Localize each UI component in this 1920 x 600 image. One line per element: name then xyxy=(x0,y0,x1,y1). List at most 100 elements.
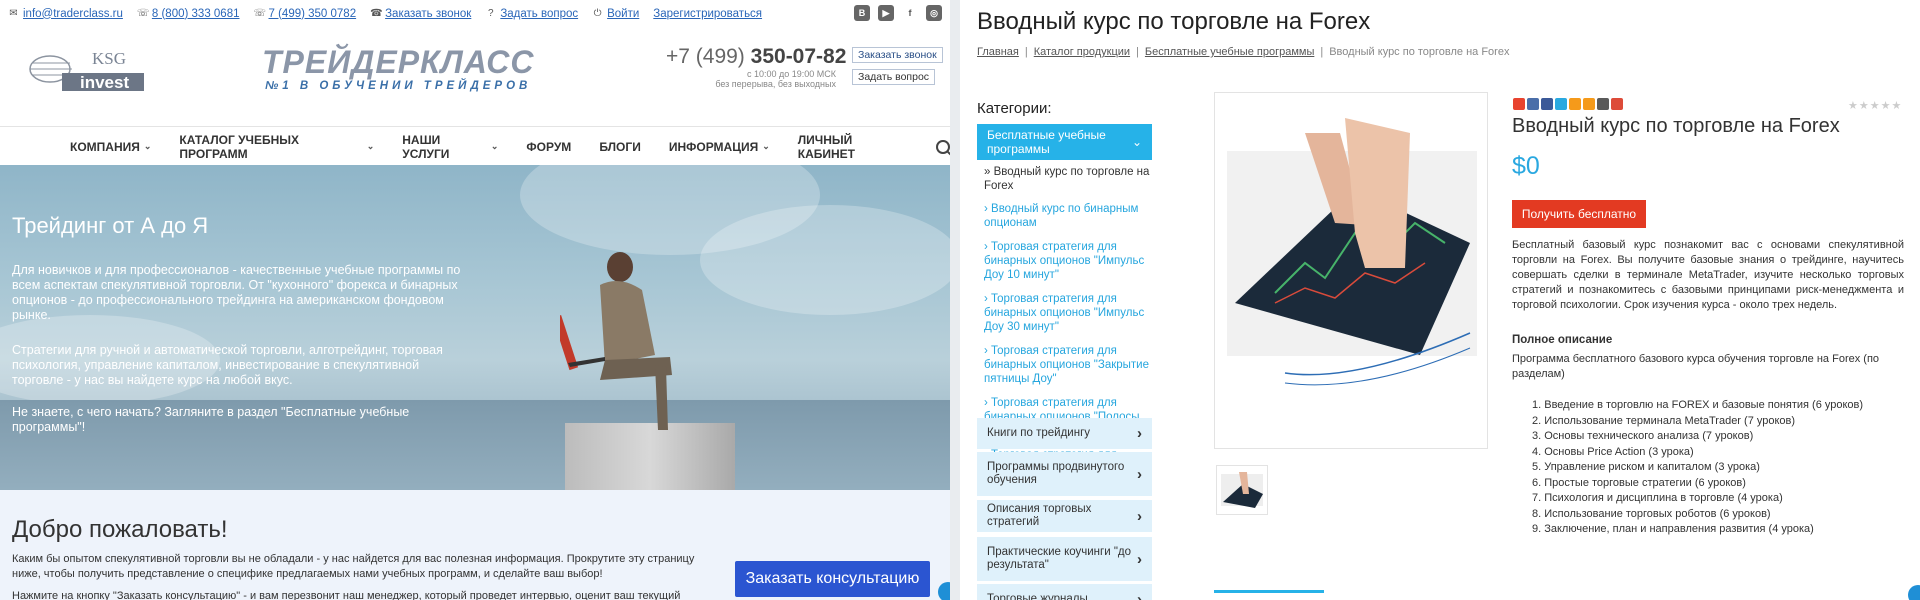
chevron-right-icon: › xyxy=(1137,507,1142,525)
category-item[interactable]: Торговые журналы › xyxy=(977,584,1152,600)
brand-tagline: №1 В ОБУЧЕНИИ ТРЕЙДЕРОВ xyxy=(265,80,532,92)
share-buttons xyxy=(1513,98,1623,110)
chevron-right-icon: › xyxy=(1137,590,1142,600)
brand-logo[interactable]: ТРЕЙДЕРКЛАСС №1 В ОБУЧЕНИИ ТРЕЙДЕРОВ xyxy=(262,45,534,92)
header-ask-button[interactable]: Задать вопрос xyxy=(852,69,936,85)
nav-item-label: КОМПАНИЯ xyxy=(70,139,140,154)
phone-icon: ☏ xyxy=(253,8,267,19)
subcategory-item[interactable]: › Торговая стратегия для бинарных опцион… xyxy=(984,344,1154,386)
nav-item-label: ЛИЧНЫЙ КАБИНЕТ xyxy=(797,132,856,161)
hero-text-1: Для новичков и для профессионалов - каче… xyxy=(12,263,461,322)
course-section-item: 5. Управление риском и капиталом (3 урок… xyxy=(1532,461,1760,473)
instagram-icon[interactable]: ◎ xyxy=(926,5,942,21)
share-icon[interactable] xyxy=(1541,98,1553,110)
product-panel: Вводный курс по торговле на Forex Главна… xyxy=(960,0,1920,600)
breadcrumb-catalog[interactable]: Каталог продукции xyxy=(1034,46,1130,58)
hero-text-2: Стратегии для ручной и автоматической то… xyxy=(12,343,443,387)
share-icon[interactable] xyxy=(1597,98,1609,110)
breadcrumb-home[interactable]: Главная xyxy=(977,46,1019,58)
chevron-right-icon: › xyxy=(1137,550,1142,568)
chevron-down-icon: ⌄ xyxy=(1131,135,1142,149)
nav-item-label: КАТАЛОГ УЧЕБНЫХ ПРОГРАММ xyxy=(179,132,300,161)
order-consultation-button[interactable]: Заказать консультацию xyxy=(735,561,930,597)
subcategory-current[interactable]: » Вводный курс по торговле на Forex xyxy=(984,165,1154,193)
subcategory-item[interactable]: › Торговая стратегия для бинарных опцион… xyxy=(984,292,1154,334)
share-icon[interactable] xyxy=(1513,98,1525,110)
welcome-text-2: Нажмите на кнопку "Заказать консультацию… xyxy=(12,590,681,600)
social-links: В ▶ f ◎ xyxy=(854,5,942,21)
share-icon[interactable] xyxy=(1611,98,1623,110)
tab-indicator[interactable] xyxy=(1214,590,1324,593)
rating-stars[interactable]: ★★★★★ xyxy=(1848,99,1902,112)
hero-text-3: Не знаете, с чего начать? Загляните в ра… xyxy=(12,405,410,434)
category-label: Торговые журналы xyxy=(987,592,1088,600)
panel-divider xyxy=(950,0,960,600)
nav-item[interactable]: КОМПАНИЯ ⌄ xyxy=(70,140,151,154)
category-label: Программы продвинутого обучения xyxy=(987,461,1125,486)
hero-banner: Трейдинг от А до Я Для новичков и для пр… xyxy=(0,165,950,490)
header-callback-button[interactable]: Заказать звонок xyxy=(852,47,943,63)
main-nav: КОМПАНИЯ ⌄ КАТАЛОГ УЧЕБНЫХ ПРОГРАММ ⌄ НАШИ У… xyxy=(0,128,950,165)
subcategory-item[interactable]: › Вводный курс по бинарным опционам xyxy=(984,202,1154,230)
product-thumbnail[interactable] xyxy=(1216,465,1268,515)
callback-link[interactable]: Заказать звонок xyxy=(385,8,471,20)
nav-item[interactable]: ФОРУМ xyxy=(526,140,571,154)
vk-icon[interactable]: В xyxy=(854,5,870,21)
ksg-invest-logo[interactable]: KSG invest xyxy=(28,49,146,93)
brand-name: ТРЕЙДЕРКЛАСС xyxy=(262,44,535,80)
search-icon[interactable] xyxy=(936,139,950,154)
category-item[interactable]: Книги по трейдингу › xyxy=(977,418,1152,449)
invest-text: invest xyxy=(80,73,130,92)
tablet-chart-image xyxy=(1227,118,1477,386)
subcategory-item[interactable]: › Торговая стратегия для бинарных опцион… xyxy=(984,240,1154,282)
power-icon: ⏻ xyxy=(593,8,602,19)
category-free-programs[interactable]: Бесплатные учебные программы ⌄ xyxy=(977,124,1152,160)
category-label: Бесплатные учебные программы xyxy=(987,128,1106,156)
share-icon[interactable] xyxy=(1527,98,1539,110)
breadcrumb-sep: | xyxy=(1136,46,1139,58)
nav-item[interactable]: ИНФОРМАЦИЯ ⌄ xyxy=(669,140,770,154)
nav-item[interactable]: ЛИЧНЫЙ КАБИНЕТ xyxy=(798,133,909,161)
man-with-laptop-image xyxy=(560,252,672,430)
register-link[interactable]: Зарегистрироваться xyxy=(653,8,762,20)
header-phone[interactable]: +7 (499) 350-07-82 xyxy=(666,45,846,69)
question-icon: ? xyxy=(488,8,494,19)
breadcrumb: Главная | Каталог продукции | Бесплатные у… xyxy=(977,46,1509,58)
chat-widget-icon[interactable] xyxy=(1908,585,1920,600)
share-icon[interactable] xyxy=(1583,98,1595,110)
hours-line-2: без перерыва, без выходных xyxy=(715,79,836,89)
full-description-text: Программа бесплатного базового курса обу… xyxy=(1512,353,1880,380)
breadcrumb-free[interactable]: Бесплатные учебные программы xyxy=(1145,46,1314,58)
phone-link-2[interactable]: 7 (499) 350 0782 xyxy=(269,8,357,20)
category-item[interactable]: Программы продвинутого обучения › xyxy=(977,452,1152,496)
course-section-item: 9. Заключение, план и направления развит… xyxy=(1532,523,1814,535)
homepage-panel: ✉ info@traderclass.ru ☏ 8 (800) 333 0681 ☏… xyxy=(0,0,950,600)
categories-heading: Категории: xyxy=(977,100,1052,117)
mail-icon: ✉ xyxy=(9,8,18,19)
phone-icon: ☏ xyxy=(136,8,150,19)
category-item[interactable]: Практические коучинги "до результата" › xyxy=(977,537,1152,581)
nav-item[interactable]: КАТАЛОГ УЧЕБНЫХ ПРОГРАММ ⌄ xyxy=(179,133,374,161)
phone-link-1[interactable]: 8 (800) 333 0681 xyxy=(152,8,240,20)
youtube-icon[interactable]: ▶ xyxy=(878,5,894,21)
login-link[interactable]: Войти xyxy=(607,8,639,20)
full-description-heading: Полное описание xyxy=(1512,334,1613,346)
course-contents-list: 1. Введение в торговлю на FOREX и базовы… xyxy=(1532,398,1863,538)
ksg-text: KSG xyxy=(92,49,127,68)
site-header: KSG invest ТРЕЙДЕРКЛАСС №1 В ОБУЧЕНИИ ТР… xyxy=(0,27,950,127)
nav-item[interactable]: БЛОГИ xyxy=(599,140,641,154)
share-icon[interactable] xyxy=(1555,98,1567,110)
ask-link[interactable]: Задать вопрос xyxy=(500,8,578,20)
get-free-button[interactable]: Получить бесплатно xyxy=(1512,200,1646,228)
welcome-text: Каким бы опытом спекулятивной торговли в… xyxy=(12,553,695,580)
nav-item[interactable]: НАШИ УСЛУГИ ⌄ xyxy=(402,133,498,161)
chevron-down-icon: ⌄ xyxy=(762,141,770,151)
email-link[interactable]: info@traderclass.ru xyxy=(23,8,123,20)
share-icon[interactable] xyxy=(1569,98,1581,110)
category-item[interactable]: Описания торговых стратегий › xyxy=(977,500,1152,532)
course-section-item: 2. Использование терминала MetaTrader (7… xyxy=(1532,414,1796,427)
facebook-icon[interactable]: f xyxy=(902,5,918,21)
nav-item-label: БЛОГИ xyxy=(599,139,641,154)
chat-widget-icon[interactable] xyxy=(938,582,950,600)
product-image-frame[interactable] xyxy=(1214,92,1488,449)
